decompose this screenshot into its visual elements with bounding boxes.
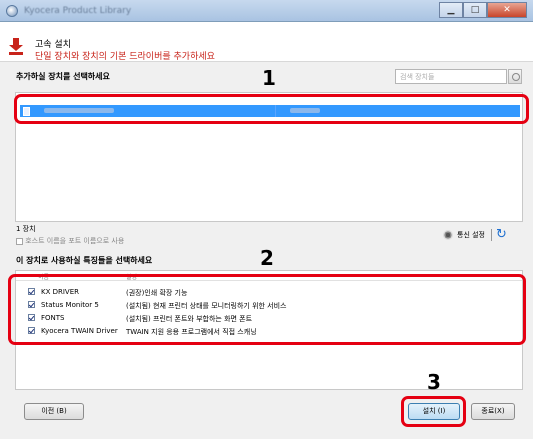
page-subtitle: 단일 장치와 장치의 기본 드라이버를 추가하세요 <box>35 52 215 62</box>
callout-number-1: 1 <box>262 66 276 90</box>
header-band: 고속 설치 단일 장치와 장치의 기본 드라이버를 추가하세요 <box>0 22 533 62</box>
comm-settings[interactable]: 통신 설정 ↻ <box>443 228 507 241</box>
title-bar[interactable]: Kyocera Product Library ▁ □ ✕ <box>0 0 533 22</box>
callout-box-3 <box>401 396 466 427</box>
features-section-label: 이 장치로 사용하실 특징들을 선택하세요 <box>16 256 153 265</box>
refresh-icon[interactable]: ↻ <box>496 228 507 241</box>
callout-number-3: 3 <box>427 370 441 394</box>
comm-settings-icon <box>443 230 453 240</box>
app-icon <box>6 5 18 17</box>
host-name-option[interactable]: 호스트 이름을 포트 이름으로 사용 <box>16 236 124 246</box>
dialog-body: 고속 설치 단일 장치와 장치의 기본 드라이버를 추가하세요 추가하실 장치를… <box>0 22 533 439</box>
callout-box-2 <box>8 274 526 345</box>
minimize-button[interactable]: ▁ <box>439 2 463 18</box>
device-search-input[interactable]: 검색 장치들 <box>395 69 507 84</box>
divider <box>491 229 492 241</box>
maximize-button[interactable]: □ <box>463 2 487 18</box>
close-window-button[interactable]: ✕ <box>487 2 527 18</box>
host-name-checkbox[interactable] <box>16 237 23 245</box>
window-controls: ▁ □ ✕ <box>439 2 527 18</box>
download-icon <box>9 38 23 55</box>
device-section-label: 추가하실 장치를 선택하세요 <box>16 72 110 81</box>
close-button[interactable]: 종료(X) <box>471 403 515 420</box>
search-icon[interactable] <box>508 69 522 84</box>
back-button[interactable]: 이전 (B) <box>24 403 84 420</box>
device-count: 1 장치 <box>16 225 36 233</box>
window-title: Kyocera Product Library <box>24 6 132 16</box>
comm-settings-label: 통신 설정 <box>457 231 485 239</box>
host-name-option-label: 호스트 이름을 포트 이름으로 사용 <box>25 237 125 245</box>
callout-box-1 <box>14 94 529 124</box>
callout-number-2: 2 <box>260 246 274 270</box>
